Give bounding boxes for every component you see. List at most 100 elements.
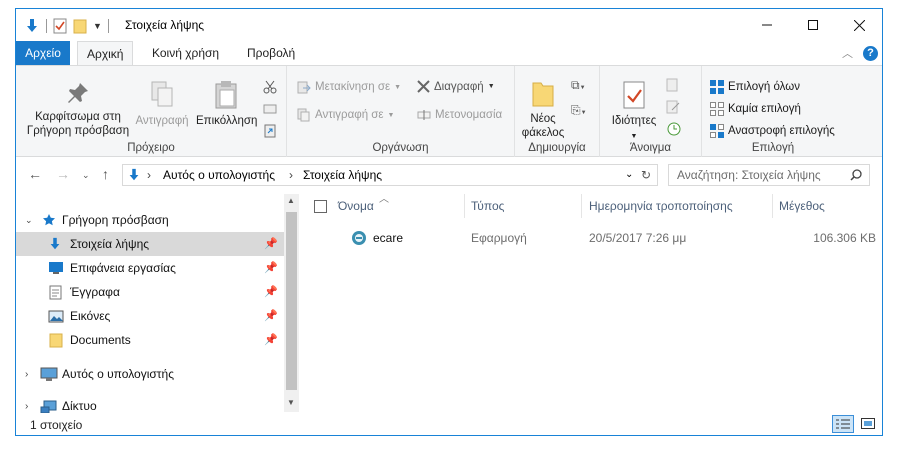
cut-icon[interactable]	[263, 80, 277, 94]
nav-item-label: Στοιχεία λήψης	[70, 237, 150, 251]
tab-file[interactable]: Αρχείο	[16, 41, 70, 66]
column-divider[interactable]	[581, 194, 582, 218]
paste-shortcut-icon[interactable]	[263, 124, 277, 138]
invert-selection-label: Αναστροφή επιλογής	[728, 125, 835, 137]
properties-check-icon[interactable]	[53, 18, 67, 34]
sort-ascending-icon: ︿	[379, 194, 389, 205]
address-box[interactable]: › Αυτός ο υπολογιστής › Στοιχεία λήψης ⌄…	[122, 164, 658, 186]
search-box	[668, 164, 870, 186]
expanded-chevron-icon[interactable]: ⌄	[25, 215, 33, 226]
properties-button[interactable]: Ιδιότητες ▼	[606, 80, 662, 144]
new-folder-icon[interactable]	[73, 18, 87, 34]
breadcrumb-separator-icon: ›	[147, 168, 151, 182]
invert-selection-button[interactable]: Αναστροφή επιλογής	[710, 124, 835, 138]
up-arrow-icon[interactable]: ↑	[102, 166, 109, 182]
select-all-checkbox[interactable]	[314, 200, 327, 213]
minimize-button[interactable]	[744, 9, 790, 41]
pictures-icon	[48, 310, 64, 322]
pin-icon[interactable]: 📌	[264, 285, 278, 298]
open-icon[interactable]	[666, 78, 682, 92]
scroll-up-icon[interactable]: ▲	[287, 196, 295, 205]
pin-icon[interactable]: 📌	[264, 309, 278, 322]
toolbar-separator	[46, 19, 47, 33]
tab-share[interactable]: Κοινή χρήση	[143, 41, 228, 66]
nav-scrollbar[interactable]: ▲ ▼	[284, 194, 299, 412]
nav-item-documents[interactable]: Documents 📌	[16, 328, 284, 352]
customize-toolbar-chevron-icon[interactable]: ▼	[93, 21, 102, 31]
rename-label: Μετονομασία	[435, 109, 503, 121]
breadcrumb-downloads[interactable]: Στοιχεία λήψης	[303, 168, 382, 182]
download-arrow-icon[interactable]	[24, 18, 40, 34]
select-all-button[interactable]: Επιλογή όλων	[710, 80, 800, 94]
file-name: ecare	[373, 231, 404, 245]
select-all-label: Επιλογή όλων	[728, 81, 800, 93]
nav-item-documents-gr[interactable]: Έγγραφα 📌	[16, 280, 284, 304]
invert-selection-icon	[710, 124, 724, 138]
download-arrow-icon	[50, 237, 60, 250]
recent-locations-chevron-icon[interactable]: ⌄	[82, 170, 90, 181]
help-icon[interactable]: ?	[863, 45, 878, 61]
search-icon[interactable]	[850, 169, 862, 181]
back-arrow-icon[interactable]: ←	[28, 166, 42, 182]
copy-to-button[interactable]: Αντιγραφή σε ▼	[297, 108, 394, 122]
pin-icon	[68, 83, 88, 103]
maximize-button[interactable]	[790, 9, 836, 41]
nav-item-pictures[interactable]: Εικόνες 📌	[16, 304, 284, 328]
nav-item-label: Documents	[70, 333, 131, 347]
collapsed-chevron-icon[interactable]: ›	[25, 369, 28, 380]
new-item-icon[interactable]: ⧉▼	[571, 78, 587, 93]
nav-this-pc[interactable]: › Αυτός ο υπολογιστής	[16, 362, 284, 386]
easy-access-icon[interactable]: ⎘▼	[571, 103, 587, 118]
paste-icon	[215, 81, 237, 109]
table-row[interactable]: ecare Εφαρμογή 20/5/2017 7:26 μμ 106.306…	[301, 227, 882, 249]
column-divider[interactable]	[464, 194, 465, 218]
copy-path-icon[interactable]	[263, 102, 277, 116]
copy-button[interactable]: Αντιγραφή	[132, 80, 192, 128]
tab-home[interactable]: Αρχική	[77, 41, 134, 66]
collapsed-chevron-icon[interactable]: ›	[25, 401, 28, 412]
search-input[interactable]	[677, 168, 847, 182]
nav-item-downloads[interactable]: Στοιχεία λήψης 📌	[16, 232, 284, 256]
organize-group: Μετακίνηση σε ▼ Αντιγραφή σε ▼ Διαγραφή …	[287, 66, 515, 157]
column-divider[interactable]	[772, 194, 773, 218]
details-view-button[interactable]	[832, 415, 854, 433]
column-header-type[interactable]: Τύπος	[471, 199, 504, 213]
pin-icon[interactable]: 📌	[264, 261, 278, 274]
forward-arrow-icon[interactable]: →	[56, 166, 70, 182]
select-none-button[interactable]: Καμία επιλογή	[710, 102, 801, 116]
nav-item-label: Επιφάνεια εργασίας	[70, 261, 176, 275]
paste-button[interactable]: Επικόλληση	[196, 80, 257, 128]
nav-item-desktop[interactable]: Επιφάνεια εργασίας 📌	[16, 256, 284, 280]
address-dropdown-chevron-icon[interactable]: ⌄	[625, 169, 633, 180]
collapse-ribbon-icon[interactable]: ︿	[842, 45, 853, 61]
desktop-icon	[49, 262, 63, 274]
scroll-down-icon[interactable]: ▼	[287, 398, 295, 407]
new-folder-button[interactable]: Νέος φάκελος	[519, 80, 567, 140]
tab-view[interactable]: Προβολή	[238, 41, 304, 66]
column-header-size[interactable]: Μέγεθος	[779, 199, 825, 213]
refresh-icon[interactable]: ↻	[641, 168, 651, 182]
open-group-label: Άνοιγμα	[629, 142, 672, 154]
document-icon	[49, 285, 62, 299]
rename-button[interactable]: Μετονομασία	[417, 108, 502, 122]
copy-to-icon	[297, 108, 310, 122]
pin-quick-access-button[interactable]: Καρφίτσωμα στη Γρήγορη πρόσβαση	[22, 80, 134, 138]
move-to-button[interactable]: Μετακίνηση σε ▼	[297, 80, 401, 94]
delete-button[interactable]: Διαγραφή ▼	[417, 80, 495, 93]
edit-icon[interactable]	[666, 100, 682, 114]
large-icons-view-button[interactable]	[858, 416, 878, 432]
breadcrumb-separator-icon: ›	[289, 168, 293, 182]
pin-icon[interactable]: 📌	[264, 333, 278, 346]
nav-this-pc-label: Αυτός ο υπολογιστής	[62, 367, 174, 381]
column-header-date[interactable]: Ημερομηνία τροποποίησης	[589, 199, 733, 213]
select-none-label: Καμία επιλογή	[728, 103, 801, 115]
pin-icon[interactable]: 📌	[264, 237, 278, 250]
column-divider[interactable]	[882, 194, 883, 218]
navigation-pane: ⌄ Γρήγορη πρόσβαση Στοιχεία λήψης 📌 Επιφ…	[16, 194, 300, 413]
column-header-name[interactable]: Όνομα	[338, 199, 374, 213]
close-button[interactable]	[836, 9, 882, 41]
nav-quick-access[interactable]: ⌄ Γρήγορη πρόσβαση	[16, 208, 284, 232]
breadcrumb-this-pc[interactable]: Αυτός ο υπολογιστής	[163, 168, 275, 182]
history-icon[interactable]	[666, 122, 682, 136]
scrollbar-thumb[interactable]	[286, 212, 297, 390]
